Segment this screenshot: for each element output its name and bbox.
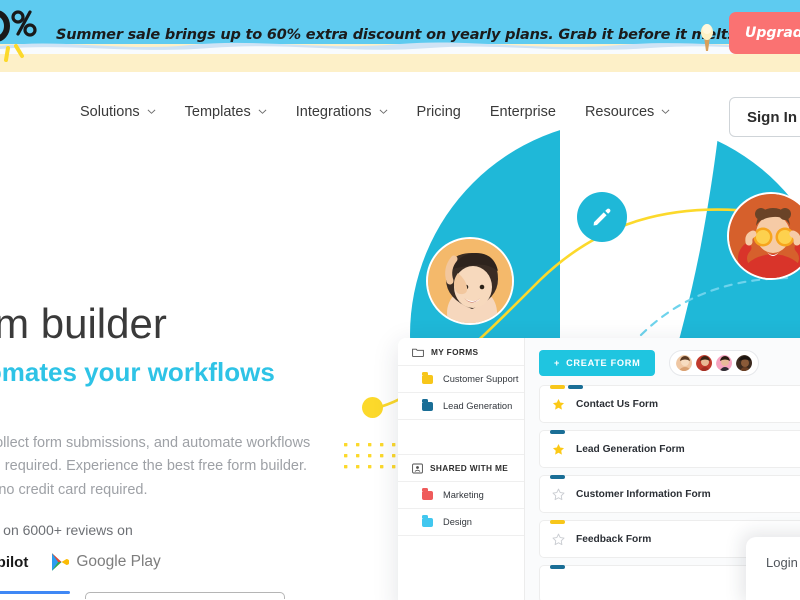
pencil-icon-badge [577,192,627,242]
login-card[interactable]: Login with [746,537,800,600]
table-row[interactable]: Customer Information Form [539,475,800,513]
nav-item-label: Resources [584,104,655,120]
folder-color-swatch [422,515,433,527]
sidebar-divider-bottom [398,535,524,575]
sidebar-item-label: Marketing [443,490,484,500]
upgrade-now-button[interactable]: Upgrade Now [729,12,800,54]
sidebar-item-label: Customer Support [443,374,519,384]
folder-color-swatch [422,488,433,500]
chevron-down-icon [379,107,388,116]
discount-percent-badge [0,10,37,62]
nav-item-pricing[interactable]: Pricing [417,104,461,120]
sidebar-section-shared-with-me: SHARED WITH ME [398,454,524,481]
nav-item-templates[interactable]: Templates [185,104,267,120]
sidebar-item-marketing[interactable]: Marketing [398,481,524,508]
table-row[interactable]: Contact Us Form [539,385,800,423]
collaborator-avatar-1[interactable] [675,354,694,372]
nav-item-enterprise[interactable]: Enterprise [490,104,556,120]
sidebar-divider [398,419,524,454]
chevron-down-icon [661,107,670,116]
tag-swatch [550,385,565,389]
tag-swatch [550,475,565,479]
nav-item-integrations[interactable]: Integrations [296,104,388,120]
create-form-label: CREATE FORM [566,358,641,368]
collaborator-avatar-4[interactable] [735,354,754,372]
pencil-icon [593,208,611,226]
star-filled-icon[interactable] [552,443,565,456]
google-play-label: Google Play [76,553,161,570]
sidebar-section-title: MY FORMS [431,346,479,357]
folder-icon [412,348,424,357]
tag-swatch [550,565,565,569]
star-outline-icon[interactable] [552,533,565,546]
tag-swatch [550,520,565,524]
form-title: Contact Us Form [576,398,659,410]
tag-strip [550,520,565,524]
review-logos: Trustpilot Google Play [0,552,161,572]
hero-paragraph: Create forms, collect form submissions, … [0,435,311,498]
sidebar-item-lead-generation[interactable]: Lead Generation [398,392,524,419]
nav-item-label: Templates [184,104,251,120]
star-filled-icon[interactable] [552,398,565,411]
sign-in-button[interactable]: Sign In [729,97,800,137]
chevron-down-icon [147,107,156,116]
sidebar-item-label: Design [443,517,472,527]
google-play-icon [52,553,70,571]
landing-page: MY FORMS Customer Support Lead Generatio… [0,0,800,600]
sidebar-item-design[interactable]: Design [398,508,524,535]
ice-cream-icon [701,24,713,51]
shared-folder-icon [412,463,423,473]
trustpilot-label: Trustpilot [0,553,29,571]
form-title: Lead Generation Form [576,443,685,455]
nav-links: Solutions Templates Integrations Pricing… [80,104,670,120]
nav-item-resources[interactable]: Resources [585,104,670,120]
sidebar-section-my-forms: MY FORMS [398,338,524,365]
nav-item-label: Solutions [80,104,140,120]
nav-item-solutions[interactable]: Solutions [80,104,156,120]
main-navbar: Solutions Templates Integrations Pricing… [0,72,800,162]
form-title: Customer Information Form [576,488,711,500]
nav-item-label: Enterprise [489,104,556,120]
collaborator-avatar-stack[interactable] [669,350,760,376]
star-outline-icon[interactable] [552,488,565,501]
form-title: Feedback Form [576,533,652,545]
app-sidebar: MY FORMS Customer Support Lead Generatio… [398,338,525,600]
tag-strip [550,565,565,569]
collaborator-avatar-2[interactable] [695,354,714,372]
login-card-text: Login with [766,555,800,570]
sidebar-item-customer-support[interactable]: Customer Support [398,365,524,392]
nav-item-label: Integrations [295,104,372,120]
folder-color-swatch [422,399,433,411]
table-row[interactable]: Lead Generation Form [539,430,800,468]
sidebar-item-label: Lead Generation [443,401,513,411]
bottom-panel-edge [85,592,285,599]
yellow-dot-grid [344,443,396,469]
chevron-down-icon [258,107,267,116]
promo-banner: Summer sale brings up to 60% extra disco… [0,0,800,72]
create-form-button[interactable]: + CREATE FORM [539,350,656,376]
folder-color-swatch [422,372,433,384]
yellow-dot-accent [362,397,383,418]
hero-subheadline: that automates your workflows [0,357,275,387]
hero-photo-center [426,237,514,325]
tag-swatch [568,385,583,389]
app-mockup-card: MY FORMS Customer Support Lead Generatio… [398,338,800,600]
sidebar-section-title: SHARED WITH ME [430,463,509,473]
hero-rating-text: 4.6 rated on 6000+ reviews on [0,522,133,538]
nav-item-label: Pricing [416,104,461,120]
tag-swatch [550,430,565,434]
tag-strip [550,475,565,479]
collaborator-avatar-3[interactable] [715,354,734,372]
google-play-logo: Google Play [50,552,161,572]
tag-strip [550,430,565,434]
app-toolbar: + CREATE FORM [539,350,800,376]
tag-strip [550,385,583,389]
page-title: Online form builder [0,300,167,347]
promo-message: Summer sale brings up to 60% extra disco… [56,27,789,43]
plus-icon: + [554,358,561,368]
trustpilot-logo: Trustpilot [0,554,28,571]
bottom-blue-indicator [0,591,70,594]
